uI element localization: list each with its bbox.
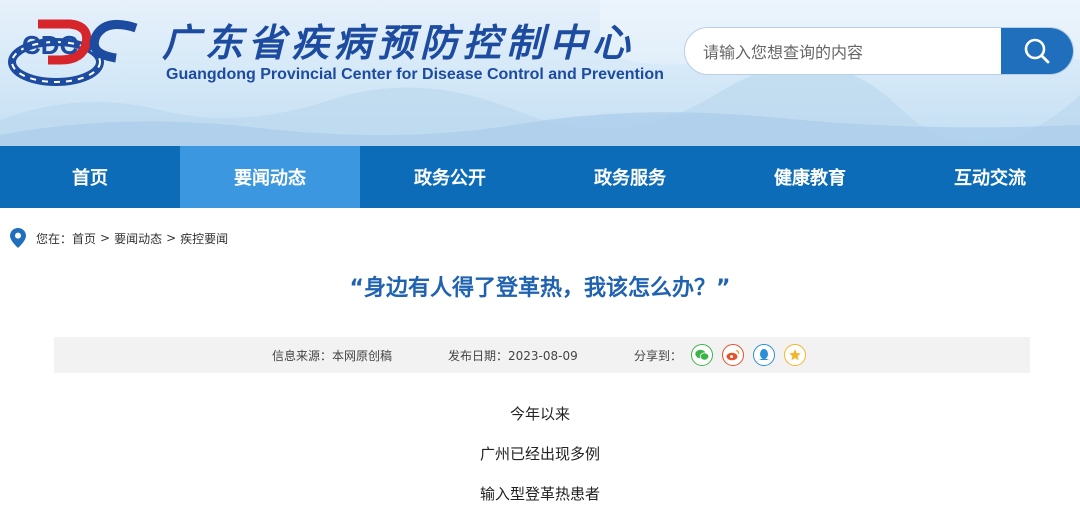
breadcrumb-prefix: 您在： xyxy=(36,231,73,246)
article-date: 发布日期：2023-08-09 xyxy=(448,348,578,363)
qq-icon[interactable] xyxy=(753,344,776,366)
site-name-en: Guangdong Provincial Center for Disease … xyxy=(166,66,664,83)
article-meta-bar: 信息来源：本网原创稿 发布日期：2023-08-09 分享到： xyxy=(54,337,1030,373)
article-source: 信息来源：本网原创稿 xyxy=(272,348,393,363)
breadcrumb-separator: > xyxy=(166,231,177,245)
nav-item-government-affairs[interactable]: 政务公开 xyxy=(360,146,540,208)
svg-text:CDC: CDC xyxy=(22,30,79,60)
article-paragraph: 输入型登革热患者 xyxy=(479,485,600,503)
location-pin-icon xyxy=(10,228,26,248)
search-button[interactable] xyxy=(1001,28,1073,74)
weibo-icon[interactable] xyxy=(722,344,745,366)
breadcrumb-cdc-news[interactable]: 疾控要闻 xyxy=(180,230,228,247)
breadcrumb: 您在： 首页 > 要闻动态 > 疾控要闻 xyxy=(10,228,228,248)
share-bar: 分享到： xyxy=(634,344,807,366)
site-header: CDC 广东省疾病预防控制中心 Guangdong Provincial Cen… xyxy=(0,0,1080,146)
article-title: “身边有人得了登革热，我该怎么办？” xyxy=(349,276,731,301)
site-name-cn: 广东省疾病预防控制中心 xyxy=(162,20,636,65)
nav-item-home[interactable]: 首页 xyxy=(0,146,180,208)
nav-item-news[interactable]: 要闻动态 xyxy=(180,146,360,208)
favorite-star-icon[interactable] xyxy=(784,344,807,366)
breadcrumb-home[interactable]: 首页 xyxy=(72,230,96,247)
cdc-logo-icon[interactable]: CDC xyxy=(8,14,146,86)
wechat-icon[interactable] xyxy=(691,344,714,366)
article-paragraph: 广州已经出现多例 xyxy=(479,445,600,463)
nav-item-interaction[interactable]: 互动交流 xyxy=(900,146,1080,208)
main-nav: 首页 要闻动态 政务公开 政务服务 健康教育 互动交流 xyxy=(0,146,1080,208)
breadcrumb-news[interactable]: 要闻动态 xyxy=(114,230,162,247)
article-body: 今年以来 广州已经出现多例 输入型登革热患者 xyxy=(0,400,1080,520)
nav-item-health-education[interactable]: 健康教育 xyxy=(720,146,900,208)
nav-item-government-services[interactable]: 政务服务 xyxy=(540,146,720,208)
breadcrumb-separator: > xyxy=(100,231,111,245)
search-input[interactable] xyxy=(701,28,1005,74)
search-box xyxy=(684,27,1074,75)
search-icon xyxy=(1024,38,1050,64)
article-paragraph: 今年以来 xyxy=(509,405,570,423)
share-label: 分享到： xyxy=(634,348,683,363)
